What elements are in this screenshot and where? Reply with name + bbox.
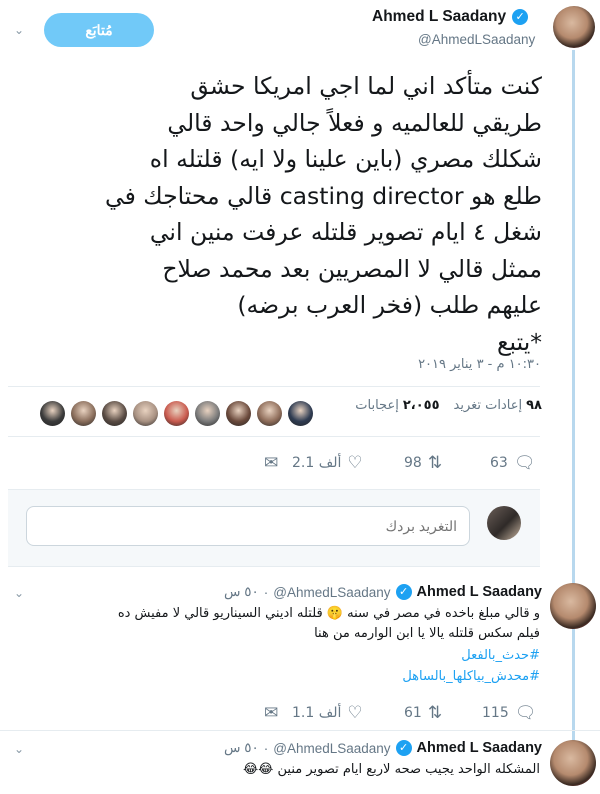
reply-count: 63: [490, 455, 508, 471]
liker-avatar[interactable]: [40, 401, 65, 426]
reply-icon[interactable]: 🗨︎: [514, 453, 536, 473]
author-name[interactable]: Ahmed L Saadany: [372, 8, 506, 26]
like-icon[interactable]: ♡: [347, 453, 362, 473]
like-action[interactable]: 1.1 ألف ♡: [292, 703, 363, 723]
divider: [8, 436, 540, 437]
tweet-text-line: شكلك مصري (باين علينا ولا ايه) قلتله اه: [149, 145, 542, 173]
reply-header: ٥٠ س · @AhmedLSaadany ✓ Ahmed L Saadany: [224, 584, 542, 600]
tweet-text-line: طريقي للعالميه و فعلاً جالي واحد قالي: [167, 108, 542, 137]
liker-avatar[interactable]: [133, 401, 158, 426]
like-count: 2.1 ألف: [292, 455, 342, 471]
tweet-text: كنت متأكد اني لما اجي امريكا حشق طريقي ل…: [14, 68, 542, 360]
retweets-stat[interactable]: ٩٨إعادات تغريد: [454, 398, 542, 413]
hashtag-link[interactable]: #محدش_بياكلها_بالساهل: [14, 666, 540, 687]
hashtag-link[interactable]: #حدث_بالفعل: [14, 645, 540, 666]
reply-time[interactable]: ٥٠ س: [224, 584, 259, 600]
verified-badge-icon: ✓: [512, 9, 529, 25]
chevron-down-icon[interactable]: ⌄: [14, 586, 24, 600]
reply-author-handle[interactable]: @AhmedLSaadany: [273, 585, 390, 600]
reply-input[interactable]: [26, 506, 470, 546]
thread-line: [572, 50, 575, 780]
retweet-action[interactable]: 61 ⇅: [404, 703, 442, 723]
direct-message-icon[interactable]: ✉: [264, 453, 278, 473]
reply-icon[interactable]: 🗨︎: [515, 703, 537, 723]
direct-message-icon[interactable]: ✉: [264, 703, 278, 723]
reply-text-line: و قالي مبلغ باخده في مصر في سنه 🤫 قلتله …: [117, 606, 540, 621]
direct-message-action[interactable]: ✉: [264, 453, 278, 473]
like-icon[interactable]: ♡: [347, 703, 362, 723]
verified-badge-icon: ✓: [395, 740, 412, 756]
liker-avatar[interactable]: [195, 401, 220, 426]
retweets-label: إعادات تغريد: [453, 398, 523, 413]
following-button[interactable]: مُتابَع: [44, 13, 154, 47]
tweet-text-line: ممثل قالي لا المصريين بعد محمد صلاح: [162, 254, 542, 283]
retweet-icon[interactable]: ⇅: [428, 703, 442, 723]
direct-message-action[interactable]: ✉: [264, 703, 278, 723]
reply-author-handle[interactable]: @AhmedLSaadany: [273, 741, 390, 756]
liker-avatar[interactable]: [164, 401, 189, 426]
reply-text: و قالي مبلغ باخده في مصر في سنه 🤫 قلتله …: [14, 604, 540, 644]
tweet-timestamp[interactable]: ١٠:٣٠ م - ٣ يناير ٢٠١٩: [200, 357, 541, 372]
like-action[interactable]: 2.1 ألف ♡: [292, 453, 363, 473]
likes-stat[interactable]: ٢،٠٥٥إعجابات: [355, 398, 439, 413]
liker-avatar[interactable]: [288, 401, 313, 426]
verified-badge-icon: ✓: [395, 584, 412, 600]
divider: [8, 386, 540, 387]
liker-avatar[interactable]: [71, 401, 96, 426]
chevron-down-icon[interactable]: ⌄: [14, 742, 24, 756]
tweet-text-line: طلع هو casting director قالي محتاجك في: [105, 181, 542, 210]
current-user-avatar[interactable]: [487, 506, 521, 540]
like-count: 1.1 ألف: [292, 705, 342, 721]
reply-author-avatar[interactable]: [550, 740, 596, 786]
tweet-text-line: كنت متأكد اني لما اجي امريكا حشق: [190, 72, 542, 100]
retweet-action[interactable]: 98 ⇅: [404, 453, 442, 473]
author-avatar[interactable]: [553, 6, 595, 48]
likes-label: إعجابات: [355, 398, 399, 413]
divider: [0, 730, 600, 731]
retweet-icon[interactable]: ⇅: [428, 453, 442, 473]
reply-text-line: فيلم سكس قلتله يالا يا ابن الوارمه من هن…: [314, 626, 540, 641]
tweet-text-line: شغل ٤ ايام تصوير قلتله عرفت منين اني: [149, 218, 542, 246]
reply-time[interactable]: ٥٠ س: [224, 740, 259, 756]
retweets-count: ٩٨: [526, 398, 542, 413]
reply-action[interactable]: 63 🗨︎: [490, 453, 535, 473]
liker-avatar[interactable]: [102, 401, 127, 426]
reply-header: ٥٠ س · @AhmedLSaadany ✓ Ahmed L Saadany: [224, 740, 542, 756]
reply-count: 115: [482, 705, 509, 721]
tweet-text-line: عليهم طلب (فخر العرب برضه): [237, 291, 542, 319]
reply-action[interactable]: 115 🗨︎: [482, 703, 536, 723]
retweet-count: 61: [404, 705, 422, 721]
liker-avatar[interactable]: [226, 401, 251, 426]
reply-author-avatar[interactable]: [550, 583, 596, 629]
reply-text-line: المشكله الواحد يجيب صحه لاربع ايام تصوير…: [242, 762, 540, 777]
author-handle[interactable]: @AhmedLSaadany: [418, 32, 535, 47]
likes-count: ٢،٠٥٥: [402, 398, 440, 413]
reply-author-name[interactable]: Ahmed L Saadany: [417, 740, 542, 756]
retweet-count: 98: [404, 455, 422, 471]
author-name-row[interactable]: Ahmed L Saadany ✓: [372, 8, 529, 26]
likers-avatars: [40, 401, 313, 426]
reply-text: المشكله الواحد يجيب صحه لاربع ايام تصوير…: [14, 760, 540, 780]
tweet-text-line: *يتبع: [497, 327, 542, 356]
reply-author-name[interactable]: Ahmed L Saadany: [417, 584, 542, 600]
tweet-stats: ٩٨إعادات تغريد ٢،٠٥٥إعجابات: [355, 398, 542, 413]
chevron-down-icon[interactable]: ⌄: [14, 23, 24, 37]
liker-avatar[interactable]: [257, 401, 282, 426]
